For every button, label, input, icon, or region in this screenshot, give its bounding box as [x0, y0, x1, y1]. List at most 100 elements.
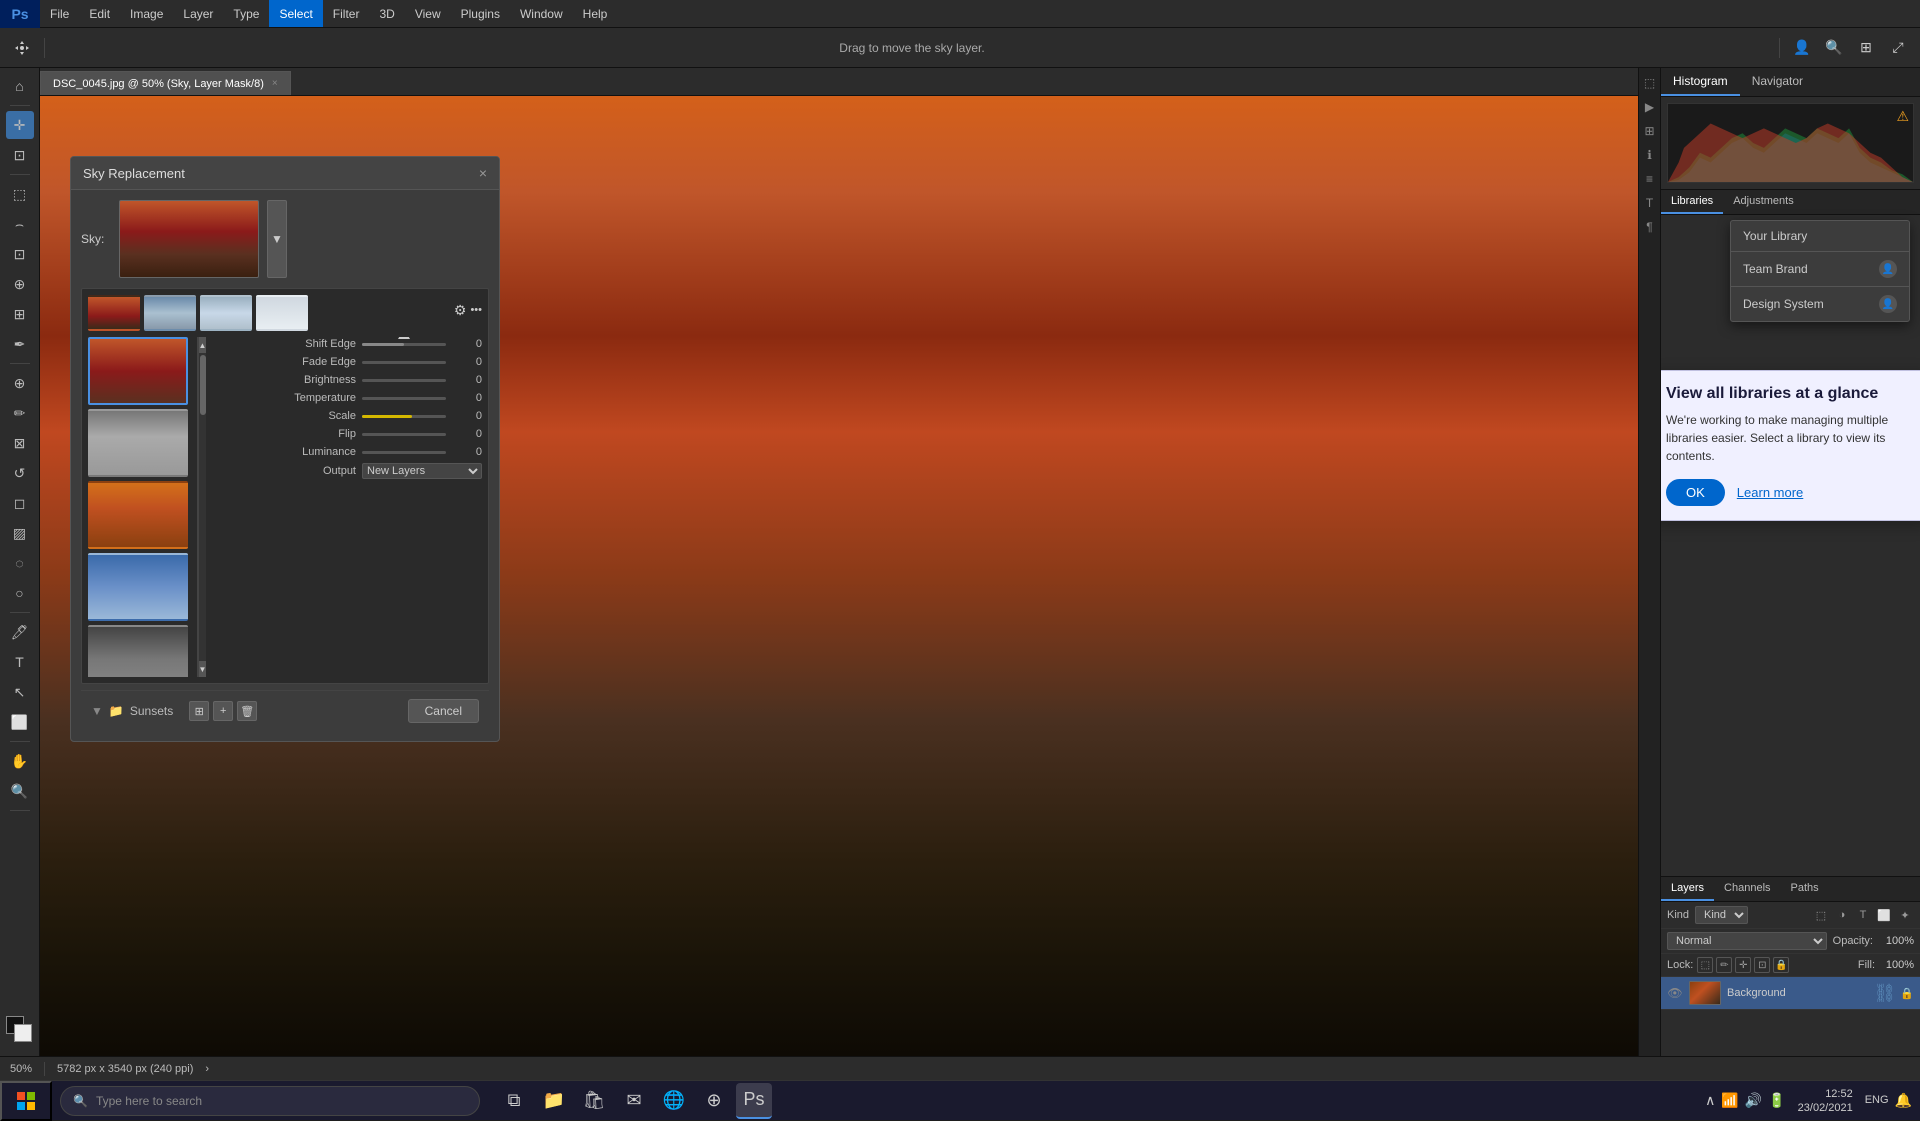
library-item-your-library[interactable]: Your Library	[1731, 221, 1909, 252]
ps-icon-6[interactable]: T	[1641, 194, 1659, 212]
hand-tool[interactable]: ✋	[6, 747, 34, 775]
ps-icon-1[interactable]: ⬚	[1641, 74, 1659, 92]
crop-tool[interactable]: ⊕	[6, 270, 34, 298]
taskbar-search[interactable]: 🔍 Type here to search	[60, 1086, 480, 1116]
luminance-slider[interactable]	[362, 445, 446, 459]
sky-list-thumb-2[interactable]	[88, 409, 188, 477]
menu-edit[interactable]: Edit	[79, 0, 120, 27]
sky-thumb-4[interactable]	[256, 295, 308, 331]
tab-channels[interactable]: Channels	[1714, 877, 1780, 901]
ps-icon-5[interactable]: ≡	[1641, 170, 1659, 188]
menu-window[interactable]: Window	[510, 0, 573, 27]
sky-thumb-3[interactable]	[200, 295, 252, 331]
layer-smart-filter[interactable]: ✦	[1896, 906, 1914, 924]
sky-thumb-1[interactable]	[88, 295, 140, 331]
move-tool[interactable]: ✛	[6, 111, 34, 139]
cancel-button[interactable]: Cancel	[408, 699, 479, 723]
taskbar-search-text[interactable]: Type here to search	[96, 1094, 202, 1108]
tray-notification[interactable]: 🔔	[1895, 1092, 1912, 1109]
sky-thumb-2[interactable]	[144, 295, 196, 331]
sky-scroll-down[interactable]: ▼	[199, 661, 206, 677]
sky-preview-image[interactable]	[119, 200, 259, 278]
scale-slider[interactable]	[362, 409, 446, 423]
taskbar-task-view[interactable]: ⧉	[496, 1083, 532, 1119]
status-arrow[interactable]: ›	[205, 1063, 209, 1075]
eyedropper-tool[interactable]: ✒	[6, 330, 34, 358]
start-button[interactable]	[0, 1081, 52, 1121]
menu-view[interactable]: View	[405, 0, 451, 27]
sky-list-thumb-5[interactable]	[88, 625, 188, 677]
menu-layer[interactable]: Layer	[173, 0, 223, 27]
sunsets-chevron[interactable]: ▼	[91, 704, 103, 718]
lock-all[interactable]: 🔒	[1773, 957, 1789, 973]
sky-scroll-thumb[interactable]	[200, 355, 206, 415]
taskbar-mail[interactable]: ✉	[616, 1083, 652, 1119]
eraser-tool[interactable]: ◻	[6, 489, 34, 517]
home-tool[interactable]: ⌂	[6, 72, 34, 100]
shift-edge-handle[interactable]	[398, 337, 410, 339]
footer-icon-3[interactable]: 🗑	[237, 701, 257, 721]
tab-navigator[interactable]: Navigator	[1740, 68, 1815, 96]
layer-shape-filter[interactable]: ⬜	[1875, 906, 1893, 924]
taskbar-photoshop[interactable]: Ps	[736, 1083, 772, 1119]
canvas-tab[interactable]: DSC_0045.jpg @ 50% (Sky, Layer Mask/8) ×	[40, 71, 291, 95]
fade-edge-slider[interactable]	[362, 355, 446, 369]
stamp-tool[interactable]: ⊠	[6, 429, 34, 457]
sky-list-thumb-3[interactable]	[88, 481, 188, 549]
layer-type-filter[interactable]: T	[1854, 906, 1872, 924]
canvas-content[interactable]: Sky Replacement × Sky: ▼	[40, 96, 1638, 1056]
toolbar-workspace-icon[interactable]: ⊞	[1852, 34, 1880, 62]
layer-visibility-toggle[interactable]: 👁	[1667, 985, 1683, 1001]
background-color[interactable]	[14, 1024, 32, 1042]
footer-icon-1[interactable]: ⊞	[189, 701, 209, 721]
kind-select[interactable]: Kind	[1695, 906, 1748, 924]
taskbar-edge[interactable]: 🌐	[656, 1083, 692, 1119]
gradient-tool[interactable]: ▨	[6, 519, 34, 547]
history-brush-tool[interactable]: ↺	[6, 459, 34, 487]
object-select-tool[interactable]: ⊡	[6, 240, 34, 268]
toolbar-search-icon[interactable]: 🔍	[1820, 34, 1848, 62]
dialog-close-button[interactable]: ×	[479, 165, 487, 181]
artboard-tool[interactable]: ⊡	[6, 141, 34, 169]
pen-tool[interactable]: 🖊	[6, 618, 34, 646]
brush-tool[interactable]: ✏	[6, 399, 34, 427]
output-select[interactable]: New Layers	[362, 463, 482, 479]
layer-adjustment-filter[interactable]: ◑	[1833, 906, 1851, 924]
move-tool-options[interactable]	[8, 34, 36, 62]
blend-mode-select[interactable]: Normal	[1667, 932, 1827, 950]
menu-3d[interactable]: 3D	[369, 0, 404, 27]
brightness-slider[interactable]	[362, 373, 446, 387]
tray-network[interactable]: 📶	[1721, 1092, 1738, 1109]
lasso-tool[interactable]: ⌢	[6, 210, 34, 238]
blur-tool[interactable]: ◌	[6, 549, 34, 577]
ps-icon-7[interactable]: ¶	[1641, 218, 1659, 236]
toolbar-expand-icon[interactable]: ⤢	[1884, 34, 1912, 62]
tab-histogram[interactable]: Histogram	[1661, 68, 1740, 96]
zoom-tool[interactable]: 🔍	[6, 777, 34, 805]
taskbar-file-explorer[interactable]: 📁	[536, 1083, 572, 1119]
sky-list-thumb-selected[interactable]	[88, 337, 188, 405]
tooltip-learn-link[interactable]: Learn more	[1737, 485, 1803, 500]
marquee-tool[interactable]: ⬚	[6, 180, 34, 208]
lock-paint[interactable]: ✏	[1716, 957, 1732, 973]
menu-file[interactable]: File	[40, 0, 79, 27]
tab-adjustments[interactable]: Adjustments	[1723, 190, 1804, 214]
layer-pixel-filter[interactable]: ⬚	[1812, 906, 1830, 924]
menu-help[interactable]: Help	[573, 0, 618, 27]
taskbar-chrome[interactable]: ⊕	[696, 1083, 732, 1119]
menu-filter[interactable]: Filter	[323, 0, 370, 27]
library-item-team-brand[interactable]: Team Brand 👤	[1731, 252, 1909, 287]
menu-plugins[interactable]: Plugins	[451, 0, 510, 27]
footer-icon-2[interactable]: +	[213, 701, 233, 721]
sky-list-thumb-4[interactable]	[88, 553, 188, 621]
shape-tool[interactable]: ⬜	[6, 708, 34, 736]
sky-scroll-up[interactable]: ▲	[199, 337, 206, 353]
menu-image[interactable]: Image	[120, 0, 173, 27]
shift-edge-slider[interactable]	[362, 337, 446, 351]
sky-dropdown-button[interactable]: ▼	[267, 200, 287, 278]
tab-paths[interactable]: Paths	[1781, 877, 1829, 901]
lock-transparent[interactable]: ⬚	[1697, 957, 1713, 973]
ps-icon-3[interactable]: ⊞	[1641, 122, 1659, 140]
temperature-slider[interactable]	[362, 391, 446, 405]
tab-libraries[interactable]: Libraries	[1661, 190, 1723, 214]
